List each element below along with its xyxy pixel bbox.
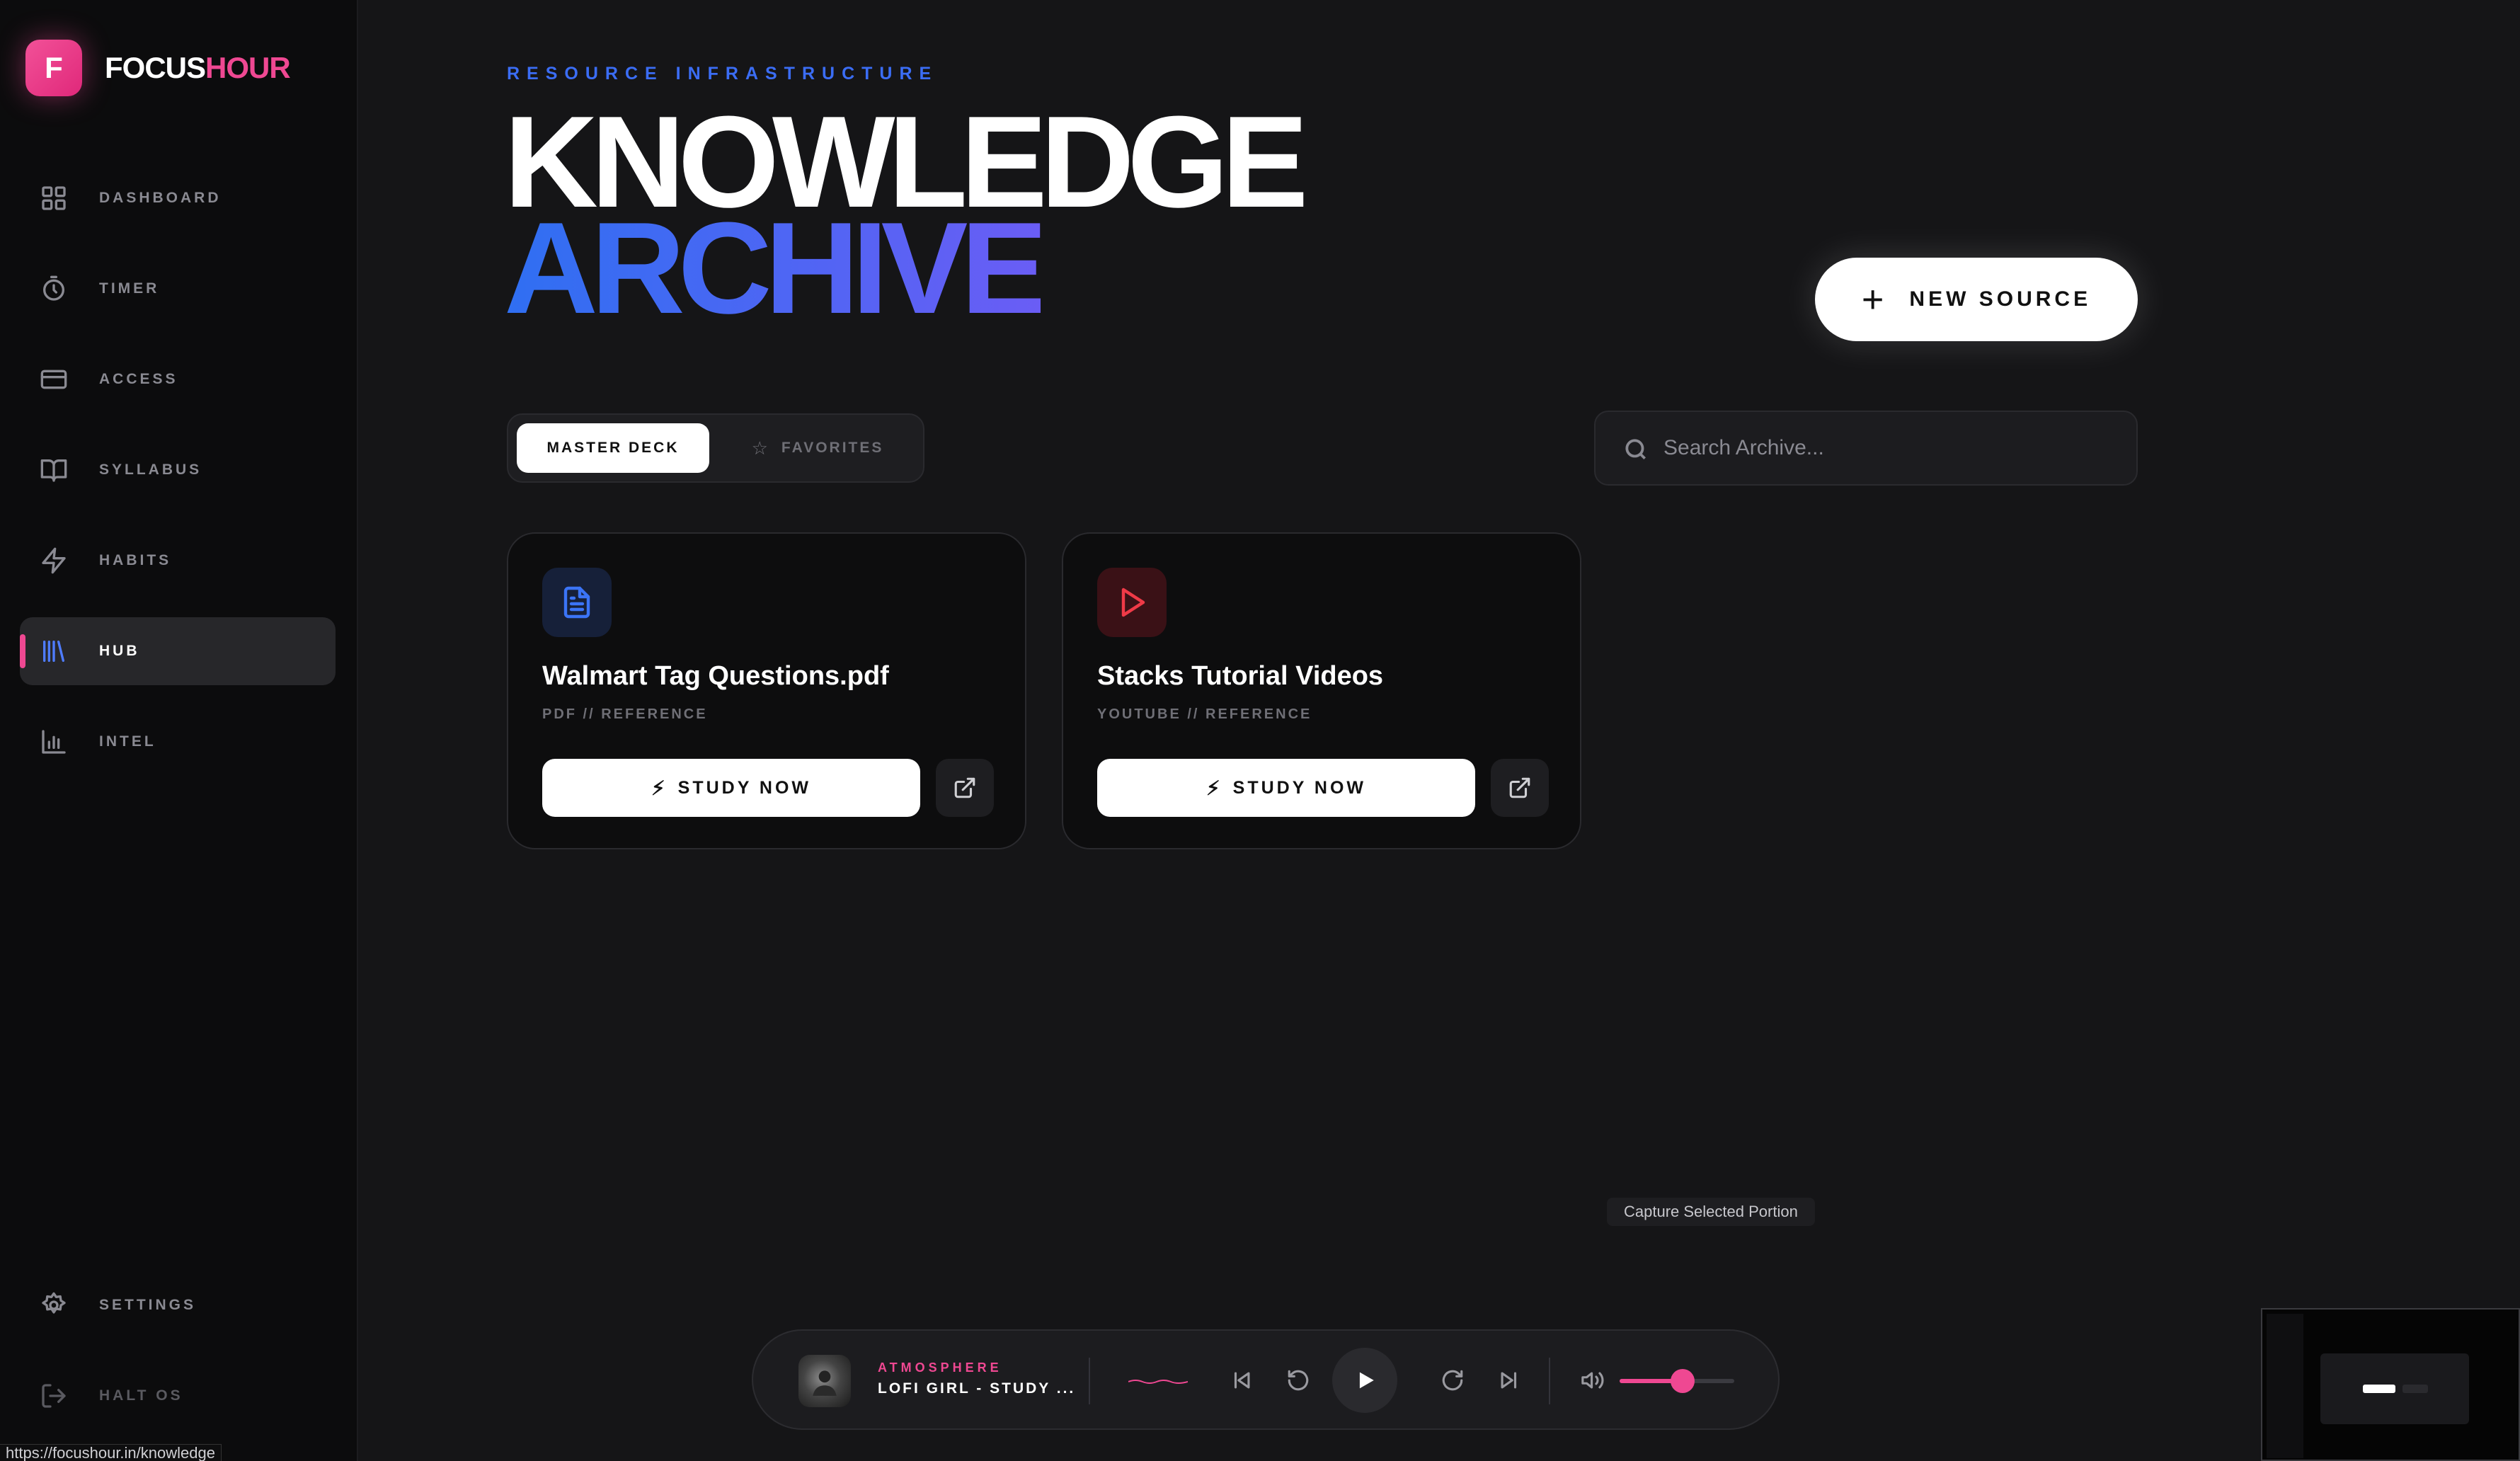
volume-slider[interactable] bbox=[1620, 1369, 1734, 1393]
new-source-button[interactable]: + NEW SOURCE bbox=[1815, 258, 2138, 341]
sidebar-item-intel[interactable]: INTEL bbox=[20, 708, 336, 776]
logo[interactable]: F FOCUSHOUR bbox=[25, 40, 291, 96]
study-now-button[interactable]: ⚡︎ STUDY NOW bbox=[542, 759, 920, 817]
skip-forward-icon bbox=[1501, 1372, 1517, 1389]
logo-text: FOCUSHOUR bbox=[105, 51, 291, 84]
study-now-label: STUDY NOW bbox=[677, 777, 811, 798]
track-title: LOFI GIRL - STUDY ... bbox=[878, 1380, 1076, 1397]
credit-card-icon bbox=[38, 364, 69, 395]
page-eyebrow: RESOURCE INFRASTRUCTURE bbox=[507, 64, 939, 84]
card-subtitle: PDF // REFERENCE bbox=[542, 706, 708, 722]
sidebar-item-label: SYLLABUS bbox=[99, 462, 202, 478]
resource-card: Walmart Tag Questions.pdf PDF // REFEREN… bbox=[507, 532, 1026, 849]
library-icon bbox=[38, 636, 69, 667]
card-subtitle: YOUTUBE // REFERENCE bbox=[1097, 706, 1312, 722]
capture-tooltip: Capture Selected Portion bbox=[1607, 1198, 1815, 1226]
sidebar-item-settings[interactable]: SETTINGS bbox=[20, 1271, 336, 1339]
page-title-line2: ARCHIVE bbox=[504, 195, 1048, 340]
open-external-button[interactable] bbox=[936, 759, 994, 817]
card-title: Walmart Tag Questions.pdf bbox=[542, 661, 889, 691]
lightning-icon: ⚡︎ bbox=[1206, 777, 1223, 799]
tab-group: MASTER DECK ☆ FAVORITES bbox=[507, 413, 924, 483]
waveform-icon bbox=[1128, 1380, 1188, 1384]
logo-badge: F bbox=[25, 40, 82, 96]
sidebar-item-habits[interactable]: HABITS bbox=[20, 527, 336, 595]
sidebar-item-label: HALT OS bbox=[99, 1387, 183, 1404]
sidebar-item-label: HUB bbox=[99, 643, 140, 659]
sidebar-item-label: HABITS bbox=[99, 552, 172, 568]
preview-sidebar bbox=[2267, 1314, 2303, 1458]
album-art bbox=[798, 1355, 851, 1407]
sidebar-item-hub[interactable]: HUB bbox=[20, 617, 336, 685]
lightning-icon bbox=[38, 545, 69, 576]
tab-favorites[interactable]: ☆ FAVORITES bbox=[718, 423, 917, 473]
sidebar-item-label: SETTINGS bbox=[99, 1297, 197, 1313]
external-link-icon bbox=[1509, 777, 1530, 798]
open-external-button[interactable] bbox=[1491, 759, 1549, 817]
card-title: Stacks Tutorial Videos bbox=[1097, 661, 1384, 691]
resource-card: Stacks Tutorial Videos YOUTUBE // REFERE… bbox=[1062, 532, 1581, 849]
sidebar-item-syllabus[interactable]: SYLLABUS bbox=[20, 436, 336, 504]
album-cover-icon bbox=[813, 1370, 837, 1396]
new-source-label: NEW SOURCE bbox=[1909, 287, 2092, 311]
sidebar-item-timer[interactable]: TIMER bbox=[20, 255, 336, 323]
skip-back-button[interactable] bbox=[1223, 1362, 1260, 1399]
preview-button bbox=[2402, 1385, 2428, 1393]
grid-icon bbox=[38, 183, 69, 214]
book-icon bbox=[38, 454, 69, 486]
sidebar: F FOCUSHOUR DASHBOARD TIMER ACCESS SYLLA… bbox=[0, 0, 358, 1461]
sidebar-item-label: DASHBOARD bbox=[99, 190, 222, 206]
tab-master-deck[interactable]: MASTER DECK bbox=[517, 423, 709, 473]
player-divider bbox=[1089, 1358, 1090, 1404]
screen-preview-thumbnail[interactable] bbox=[2261, 1308, 2520, 1461]
plus-icon: + bbox=[1861, 278, 1884, 321]
search-box bbox=[1594, 411, 2138, 486]
study-now-button[interactable]: ⚡︎ STUDY NOW bbox=[1097, 759, 1475, 817]
document-icon bbox=[542, 568, 612, 637]
sidebar-item-access[interactable]: ACCESS bbox=[20, 345, 336, 413]
volume-knob[interactable] bbox=[1671, 1369, 1695, 1393]
skip-forward-button[interactable] bbox=[1491, 1362, 1528, 1399]
sidebar-item-label: INTEL bbox=[99, 733, 156, 750]
study-now-label: STUDY NOW bbox=[1232, 777, 1366, 798]
search-icon bbox=[1625, 439, 1646, 460]
logout-icon bbox=[38, 1380, 69, 1411]
play-icon bbox=[1359, 1372, 1374, 1389]
music-player: ATMOSPHERE LOFI GIRL - STUDY ... bbox=[752, 1329, 1780, 1430]
status-url: https://focushour.in/knowledge bbox=[0, 1444, 222, 1461]
preview-button bbox=[2363, 1385, 2395, 1393]
player-eyebrow: ATMOSPHERE bbox=[878, 1360, 1002, 1375]
sidebar-item-halt-os[interactable]: HALT OS bbox=[20, 1362, 336, 1430]
forward-icon bbox=[1442, 1370, 1463, 1391]
play-icon bbox=[1097, 568, 1167, 637]
external-link-icon bbox=[954, 777, 975, 798]
rewind-icon bbox=[1288, 1370, 1309, 1391]
gear-icon bbox=[38, 1290, 69, 1321]
bar-chart-icon bbox=[38, 726, 69, 757]
forward-button[interactable] bbox=[1434, 1362, 1471, 1399]
tab-label: FAVORITES bbox=[781, 440, 884, 456]
volume-icon bbox=[1581, 1372, 1604, 1389]
star-icon: ☆ bbox=[751, 437, 770, 459]
rewind-button[interactable] bbox=[1280, 1362, 1317, 1399]
sidebar-item-label: TIMER bbox=[99, 280, 160, 297]
sidebar-item-label: ACCESS bbox=[99, 371, 178, 387]
play-button[interactable] bbox=[1332, 1348, 1397, 1413]
stopwatch-icon bbox=[38, 273, 69, 304]
sidebar-item-dashboard[interactable]: DASHBOARD bbox=[20, 164, 336, 232]
lightning-icon: ⚡︎ bbox=[651, 777, 668, 799]
volume-button[interactable] bbox=[1574, 1362, 1611, 1399]
search-input[interactable] bbox=[1663, 412, 2117, 484]
player-divider bbox=[1549, 1358, 1550, 1404]
skip-back-icon bbox=[1234, 1372, 1250, 1389]
